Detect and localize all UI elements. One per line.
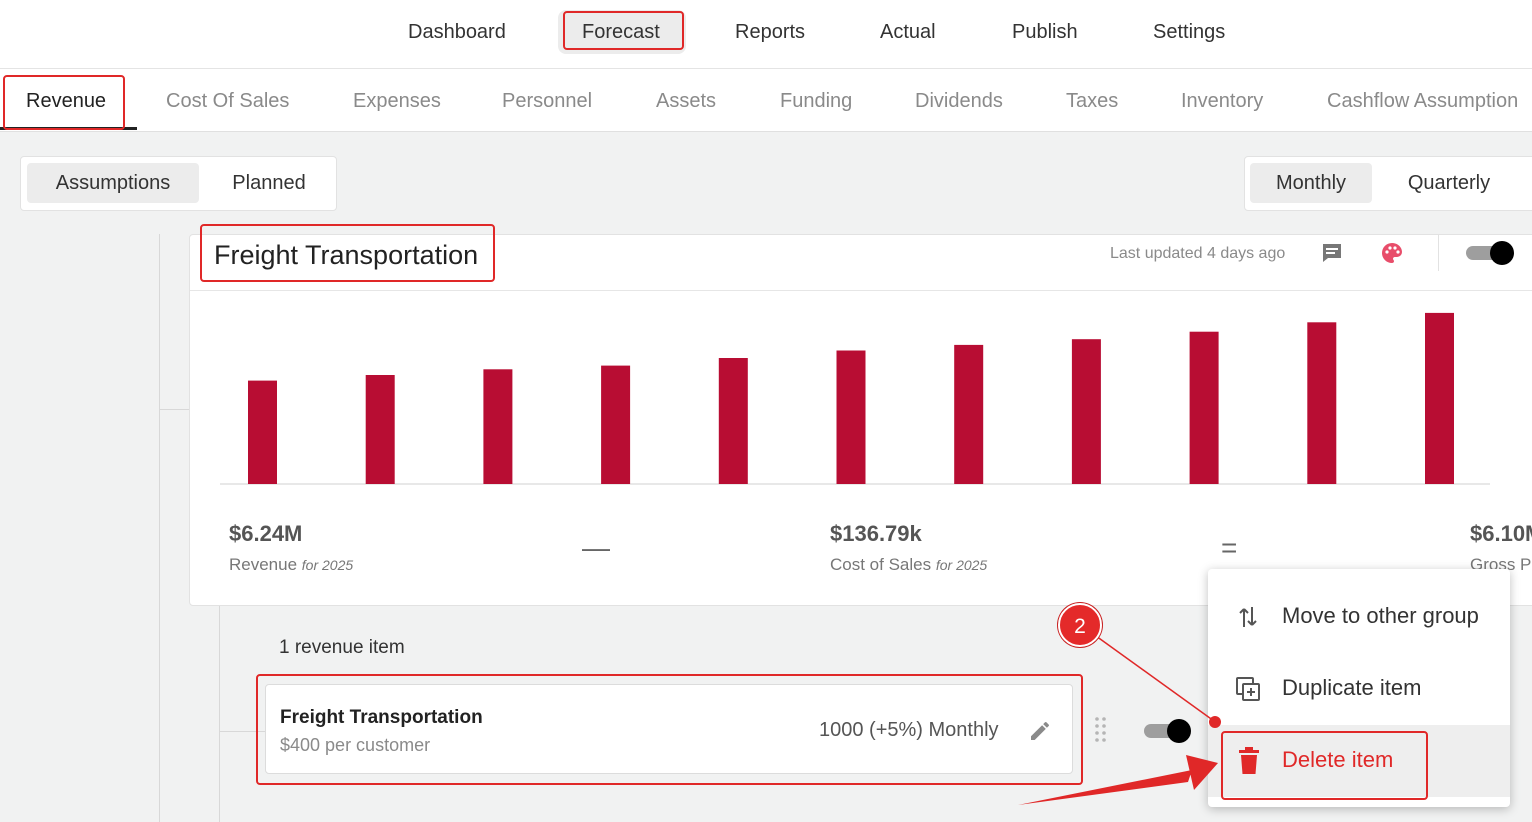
- chart-bar: [601, 365, 631, 484]
- kpi-cost-period: for 2025: [935, 557, 988, 573]
- chart-bar: [836, 350, 866, 484]
- tab-taxes[interactable]: Taxes: [1066, 89, 1118, 113]
- annotation-highlight-card-title: [200, 224, 495, 282]
- minus-operator: —: [582, 532, 610, 563]
- item-toggle-knob[interactable]: [1167, 719, 1191, 743]
- chart-bar: [718, 358, 748, 484]
- annotation-leader-line: [1095, 635, 1215, 722]
- move-to-other-group-label: Move to other group: [1282, 603, 1479, 628]
- tab-expenses[interactable]: Expenses: [353, 89, 441, 113]
- kpi-cost-label: Cost of Sales for 2025: [830, 555, 987, 575]
- chart-bar: [483, 369, 513, 484]
- tab-cost-of-sales[interactable]: Cost Of Sales: [166, 89, 289, 113]
- annotation-highlight-delete: [1221, 731, 1428, 800]
- kpi-gross-value: $6.10M: [1470, 521, 1532, 546]
- nav-settings[interactable]: Settings: [1153, 20, 1225, 44]
- chart-bar: [1307, 322, 1337, 484]
- tab-assets[interactable]: Assets: [656, 89, 716, 113]
- items-count-label: 1 revenue item: [279, 637, 405, 658]
- duplicate-item-option[interactable]: Duplicate item: [1208, 653, 1510, 725]
- tree-guide-line: [219, 604, 220, 822]
- annotation-highlight-revenue: [3, 75, 125, 130]
- nav-publish[interactable]: Publish: [1012, 20, 1078, 44]
- tab-cashflow-assumption[interactable]: Cashflow Assumption: [1327, 89, 1518, 113]
- tab-inventory[interactable]: Inventory: [1181, 89, 1263, 113]
- tab-dividends[interactable]: Dividends: [915, 89, 1003, 113]
- quarterly-button[interactable]: Quarterly: [1385, 163, 1513, 203]
- chart-bar: [1189, 331, 1219, 484]
- chart-bar: [365, 375, 395, 484]
- view-toggle: Assumptions Planned: [20, 156, 337, 211]
- chart-bar: [1071, 339, 1101, 484]
- kpi-revenue-value: $6.24M: [229, 521, 303, 546]
- annotation-highlight-forecast: [563, 11, 684, 50]
- swap-vertical-icon: [1239, 607, 1257, 627]
- sub-nav: Revenue Cost Of Sales Expenses Personnel…: [0, 69, 1532, 132]
- revenue-chart: [220, 312, 1490, 485]
- annotation-highlight-item: [256, 674, 1083, 785]
- assumptions-button[interactable]: Assumptions: [27, 163, 199, 203]
- kpi-revenue-period: for 2025: [301, 557, 354, 573]
- drag-handle-icon[interactable]: [1093, 715, 1109, 747]
- period-toggle: Monthly Quarterly: [1244, 156, 1532, 211]
- kpi-revenue-label-text: Revenue: [229, 555, 298, 574]
- duplicate-item-label: Duplicate item: [1282, 675, 1422, 700]
- tab-funding[interactable]: Funding: [780, 89, 852, 113]
- step-number-badge: 2: [1058, 603, 1102, 647]
- duplicate-icon: [1236, 677, 1260, 701]
- monthly-button[interactable]: Monthly: [1250, 163, 1372, 203]
- move-to-other-group-option[interactable]: Move to other group: [1208, 581, 1510, 653]
- tree-guide-line: [159, 234, 160, 822]
- nav-dashboard[interactable]: Dashboard: [408, 20, 506, 44]
- kpi-revenue-label: Revenue for 2025: [229, 555, 353, 575]
- revenue-group-card: Freight Transportation Last updated 4 da…: [189, 234, 1532, 606]
- tab-personnel[interactable]: Personnel: [502, 89, 592, 113]
- chart-bar: [248, 380, 277, 484]
- chart-bar: [954, 344, 984, 484]
- equals-operator: =: [1221, 532, 1238, 563]
- nav-reports[interactable]: Reports: [735, 20, 805, 44]
- top-nav: Dashboard Forecast Reports Actual Publis…: [0, 0, 1532, 69]
- tree-guide-branch: [159, 409, 189, 410]
- chart-bars: [248, 312, 1454, 484]
- chart-bar: [1425, 312, 1454, 484]
- nav-actual[interactable]: Actual: [880, 20, 936, 44]
- kpi-cost-value: $136.79k: [830, 521, 922, 546]
- planned-button[interactable]: Planned: [211, 163, 327, 203]
- kpi-cost-label-text: Cost of Sales: [830, 555, 932, 574]
